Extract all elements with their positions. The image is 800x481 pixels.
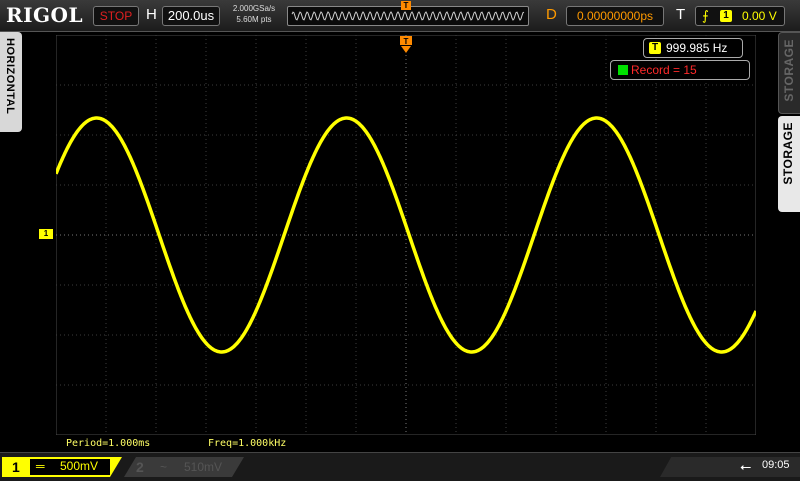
channel-1-button[interactable]: 1 ═ 500mV [2, 457, 122, 477]
trigger-level: 0.00 V [742, 9, 777, 23]
record-count: Record = 15 [631, 63, 697, 77]
trigger-settings[interactable]: ⨍ 1 0.00 V [695, 6, 785, 26]
acquisition-info: 2.000GSa/s 5.60M pts [224, 3, 284, 25]
storage-tab-active[interactable]: STORAGE [778, 116, 800, 212]
system-clock: 09:05 [762, 459, 790, 471]
frequency-measurement: Freq=1.000kHz [208, 438, 287, 449]
record-indicator-icon [618, 65, 628, 75]
trigger-label: T [676, 6, 686, 23]
memory-depth: 5.60M pts [236, 15, 272, 24]
record-status[interactable]: Record = 15 [610, 60, 750, 80]
sample-rate: 2.000GSa/s [232, 4, 276, 13]
channel-1-settings: ═ 500mV [30, 459, 110, 475]
usb-icon: ⭠ [740, 458, 752, 474]
horizontal-menu-tab[interactable]: HORIZONTAL [0, 32, 22, 132]
trigger-source-badge: 1 [720, 10, 732, 22]
storage-tab-label-inactive: STORAGE [782, 39, 796, 102]
delay-label: D [546, 6, 557, 23]
svg-text:T: T [404, 37, 409, 46]
trigger-position-arrow-icon[interactable]: T [400, 36, 412, 54]
trigger-icon: T [649, 42, 661, 54]
channel-bar: 1 ═ 500mV 2 ~ 510mV [0, 452, 800, 481]
delay-value[interactable]: 0.00000000ps [566, 6, 664, 26]
dc-coupling-icon: ═ [36, 459, 45, 473]
frequency-counter[interactable]: T 999.985 Hz [643, 38, 743, 58]
storage-tab-label-active: STORAGE [781, 122, 795, 185]
channel-2-number: 2 [136, 459, 144, 475]
channel-1-number: 1 [12, 459, 20, 475]
brand-logo: RIGOL [6, 3, 84, 27]
rising-edge-icon: ⨍ [702, 8, 709, 23]
run-stop-status[interactable]: STOP [93, 6, 139, 26]
channel-1-scale: 500mV [60, 459, 99, 473]
channel-2-scale: 510mV [184, 460, 223, 474]
period-measurement: Period=1.000ms [66, 438, 151, 449]
frequency-value: 999.985 Hz [666, 41, 728, 55]
horizontal-tab-label: HORIZONTAL [4, 38, 16, 115]
channel-1-offset-marker[interactable]: 1 [39, 229, 53, 239]
channel-2-button[interactable]: 2 ~ 510mV [124, 457, 244, 477]
top-status-bar: RIGOL STOP H 200.0us 2.000GSa/s 5.60M pt… [0, 0, 800, 32]
horizontal-label: H [146, 6, 157, 23]
waveform-display-grid[interactable] [56, 35, 756, 435]
timebase-value[interactable]: 200.0us [162, 6, 220, 26]
ac-coupling-icon: ~ [160, 460, 168, 474]
trigger-position-marker-top[interactable]: T [401, 1, 411, 10]
storage-tab-inactive[interactable]: STORAGE [778, 32, 800, 114]
